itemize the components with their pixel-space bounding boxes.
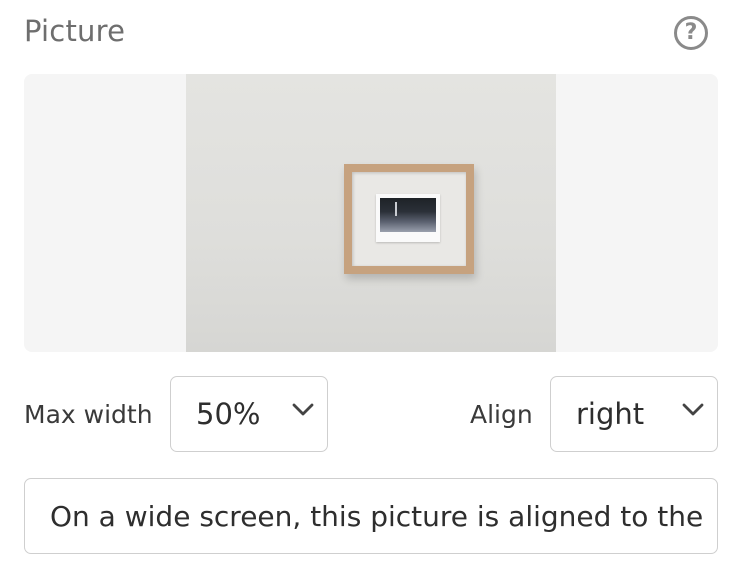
chevron-down-icon	[292, 403, 314, 416]
section-title: Picture	[24, 14, 126, 48]
caption-field[interactable]	[24, 478, 718, 554]
max-width-value: 50%	[196, 397, 261, 431]
max-width-label: Max width	[24, 400, 153, 429]
frame-mat-graphic	[352, 172, 466, 266]
align-label: Align	[470, 400, 533, 429]
picture-settings-panel: Picture ? Max width 50% Align right	[0, 0, 740, 576]
preview-image	[186, 74, 556, 352]
caption-input[interactable]	[25, 479, 717, 553]
photo-content-graphic	[380, 198, 436, 232]
align-value: right	[576, 397, 645, 431]
help-icon[interactable]: ?	[674, 16, 708, 50]
picture-frame-graphic	[344, 164, 474, 274]
framed-photo-graphic	[376, 194, 440, 242]
align-select[interactable]: right	[550, 376, 718, 452]
chevron-down-icon	[682, 403, 704, 416]
max-width-select[interactable]: 50%	[170, 376, 328, 452]
picture-preview	[24, 74, 718, 352]
